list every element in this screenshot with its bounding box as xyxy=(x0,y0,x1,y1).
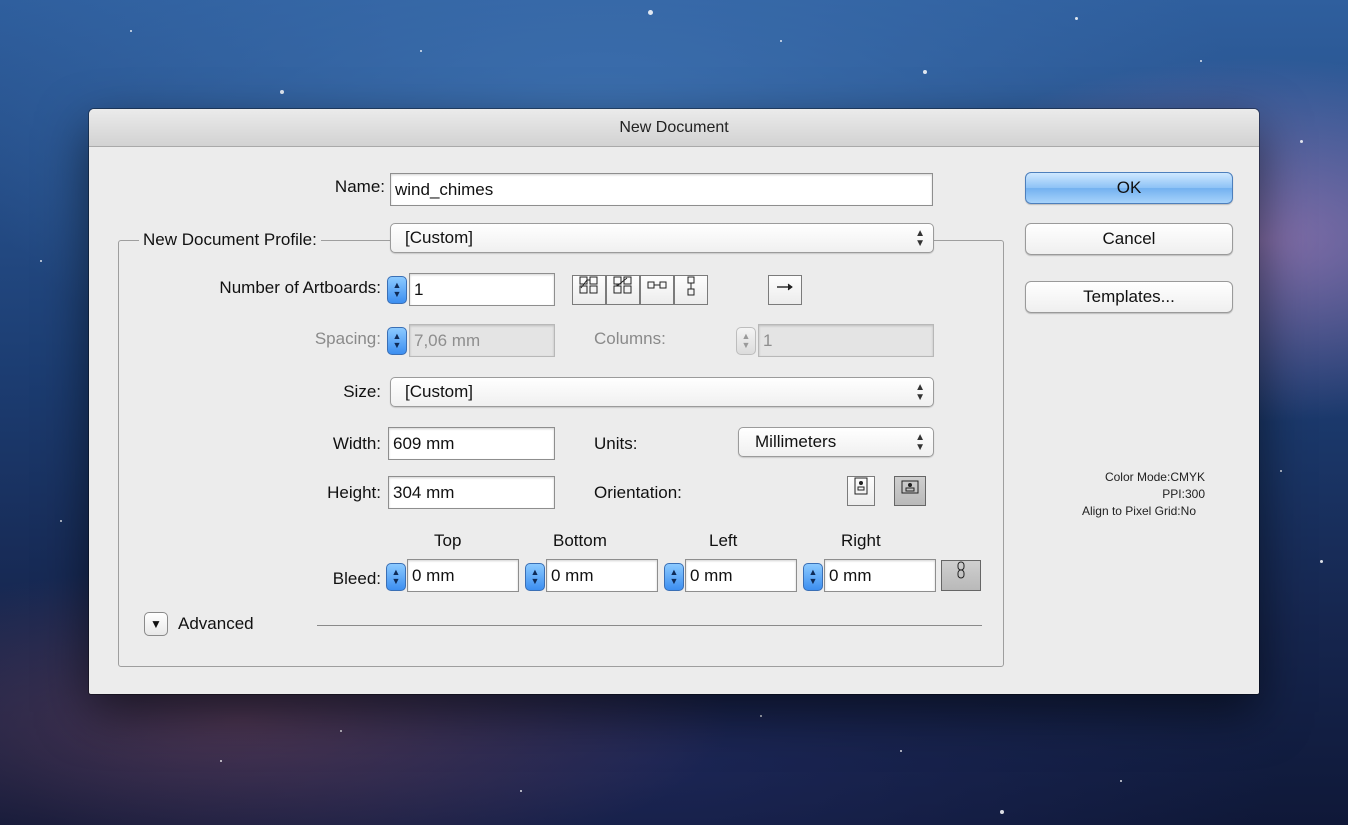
artboards-stepper[interactable]: ▲ ▼ xyxy=(387,276,407,304)
bleed-top-input[interactable]: 0 mm xyxy=(407,559,519,592)
color-mode-value: CMYK xyxy=(1170,470,1205,484)
bleed-header-left: Left xyxy=(709,531,738,550)
width-label: Width: xyxy=(332,434,381,453)
bleed-top-stepper[interactable]: ▲ ▼ xyxy=(386,563,406,591)
size-value: [Custom] xyxy=(405,382,474,401)
color-mode-info: Color Mode:CMYK xyxy=(1035,470,1205,484)
columns-label: Columns: xyxy=(594,329,666,348)
columns-stepper[interactable]: ▲ ▼ xyxy=(736,327,756,355)
orientation-label: Orientation: xyxy=(594,483,682,502)
bleed-right-input[interactable]: 0 mm xyxy=(824,559,936,592)
bleed-header-right: Right xyxy=(841,531,881,550)
units-label: Units: xyxy=(594,434,638,453)
arrange-by-row-icon[interactable] xyxy=(640,275,674,305)
bleed-bottom-stepper[interactable]: ▲ ▼ xyxy=(525,563,545,591)
profile-label: New Document Profile: xyxy=(139,230,321,250)
advanced-divider xyxy=(317,625,982,626)
grid-by-column-icon[interactable] xyxy=(606,275,640,305)
size-label: Size: xyxy=(343,382,381,401)
popup-arrows-icon: ▲ ▼ xyxy=(915,228,925,249)
popup-arrows-icon: ▲ ▼ xyxy=(915,432,925,453)
bleed-header-top: Top xyxy=(434,531,462,550)
new-document-dialog: New Document Name: wind_chimes New Docum… xyxy=(89,109,1259,694)
align-pixel-grid-value: No xyxy=(1180,504,1196,518)
name-label: Name: xyxy=(334,177,385,196)
artboards-input[interactable]: 1 xyxy=(409,273,555,306)
bleed-left-input[interactable]: 0 mm xyxy=(685,559,797,592)
advanced-disclosure-icon[interactable]: ▼ xyxy=(144,612,168,636)
ppi-info: PPI:300 xyxy=(1035,487,1205,501)
spacing-stepper[interactable]: ▲ ▼ xyxy=(387,327,407,355)
cancel-button[interactable]: Cancel xyxy=(1025,223,1233,255)
profile-value: [Custom] xyxy=(405,228,474,247)
ok-button[interactable]: OK xyxy=(1025,172,1233,204)
portrait-orientation-icon[interactable] xyxy=(847,476,875,506)
spacing-label: Spacing: xyxy=(314,329,381,348)
bleed-bottom-input[interactable]: 0 mm xyxy=(546,559,658,592)
bleed-header-bottom: Bottom xyxy=(553,531,607,550)
ppi-value: 300 xyxy=(1184,487,1205,501)
advanced-label: Advanced xyxy=(178,614,254,633)
height-input[interactable]: 304 mm xyxy=(388,476,555,509)
grid-by-row-icon[interactable] xyxy=(572,275,606,305)
size-select[interactable]: [Custom] ▲ ▼ xyxy=(390,377,934,407)
ppi-label: PPI: xyxy=(1162,487,1185,501)
landscape-orientation-icon[interactable] xyxy=(894,476,926,506)
align-pixel-grid-info: Align to Pixel Grid:No xyxy=(1035,504,1196,518)
height-label: Height: xyxy=(327,483,381,502)
align-pixel-grid-label: Align to Pixel Grid: xyxy=(1081,504,1181,518)
color-mode-label: Color Mode: xyxy=(1104,470,1171,484)
profile-select[interactable]: [Custom] ▲ ▼ xyxy=(390,223,934,253)
units-value: Millimeters xyxy=(755,432,837,451)
arrange-by-column-icon[interactable] xyxy=(674,275,708,305)
bleed-left-stepper[interactable]: ▲ ▼ xyxy=(664,563,684,591)
dialog-title: New Document xyxy=(89,109,1259,147)
link-bleed-icon[interactable] xyxy=(941,560,981,591)
units-select[interactable]: Millimeters ▲ ▼ xyxy=(738,427,934,457)
right-arrow-icon[interactable] xyxy=(768,275,802,305)
spacing-input[interactable]: 7,06 mm xyxy=(409,324,555,357)
name-input[interactable]: wind_chimes xyxy=(390,173,933,206)
bleed-label: Bleed: xyxy=(332,569,381,588)
columns-input[interactable]: 1 xyxy=(758,324,934,357)
width-input[interactable]: 609 mm xyxy=(388,427,555,460)
bleed-right-stepper[interactable]: ▲ ▼ xyxy=(803,563,823,591)
templates-button[interactable]: Templates... xyxy=(1025,281,1233,313)
artboards-label: Number of Artboards: xyxy=(219,278,381,297)
popup-arrows-icon: ▲ ▼ xyxy=(915,382,925,403)
